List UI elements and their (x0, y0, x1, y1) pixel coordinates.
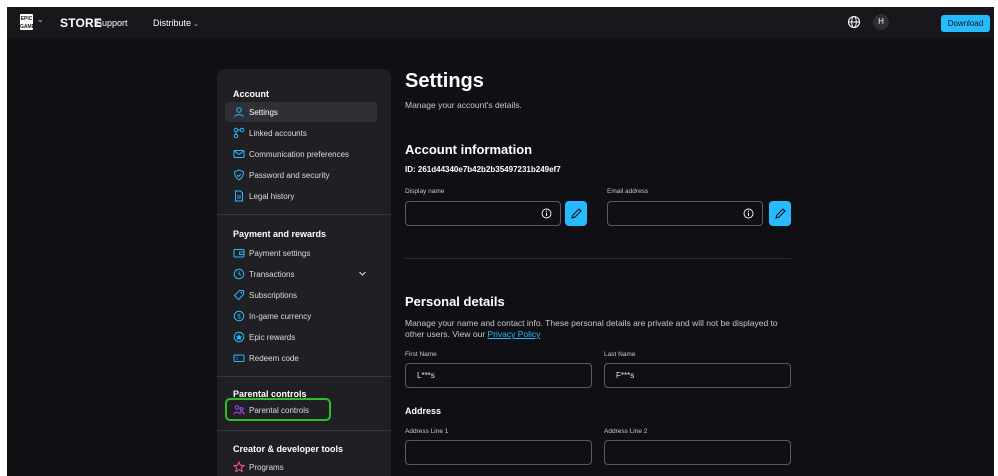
section-title-creator-developer-tools: Creator & developer tools (233, 444, 344, 454)
first-name-label: First Name (405, 351, 437, 358)
mail-icon (233, 150, 245, 158)
avatar[interactable]: H (873, 14, 889, 30)
info-icon[interactable] (541, 208, 552, 219)
sidebar-item-label: Epic rewards (249, 333, 296, 342)
sidebar-item-settings[interactable]: Settings (225, 102, 377, 122)
chevron-down-icon[interactable]: ⌄ (37, 15, 44, 24)
chevron-down-icon: ⌄ (193, 21, 199, 28)
email-address-field[interactable] (607, 201, 763, 226)
sidebar-item-label: Settings (249, 108, 278, 117)
address-line-2-label: Address Line 2 (604, 428, 648, 435)
sidebar-item-linked-accounts[interactable]: Linked accounts (225, 123, 377, 143)
sidebar-item-communication-preferences[interactable]: Communication preferences (225, 144, 377, 164)
address-line-1-label: Address Line 1 (405, 428, 449, 435)
sidebar-item-password-and-security[interactable]: Password and security (225, 165, 377, 185)
coin-icon: $ (233, 310, 245, 322)
address-heading: Address (405, 406, 442, 416)
last-name-field[interactable] (604, 363, 791, 388)
sidebar-item-in-game-currency[interactable]: $ In-game currency (225, 306, 377, 326)
personal-details-heading: Personal details (405, 294, 505, 309)
edit-email-button[interactable] (769, 201, 791, 226)
page-subtitle: Manage your account's details. (405, 100, 522, 110)
email-address-label: Email address (607, 188, 649, 195)
sidebar-item-redeem-code[interactable]: Redeem code (225, 348, 377, 368)
sidebar-item-label: Redeem code (249, 354, 299, 363)
sidebar-item-payment-settings[interactable]: Payment settings (225, 243, 377, 263)
sidebar-item-label: Transactions (249, 270, 295, 279)
pencil-icon (571, 208, 582, 219)
nav-distribute-label: Distribute (153, 18, 192, 28)
section-title-account: Account (233, 89, 269, 99)
sidebar-item-programs[interactable]: Programs (225, 457, 377, 476)
display-name-label: Display name (405, 188, 445, 195)
shield-icon (233, 169, 245, 181)
sidebar-item-label: Payment settings (249, 249, 311, 258)
star-icon (233, 461, 245, 473)
svg-text:$: $ (237, 313, 241, 320)
address-line-1-field[interactable] (405, 440, 592, 465)
edit-display-name-button[interactable] (565, 201, 587, 226)
user-icon (234, 107, 244, 118)
sidebar-item-subscriptions[interactable]: Subscriptions (225, 285, 377, 305)
privacy-policy-link[interactable]: Privacy Policy (488, 329, 541, 339)
tag-icon (233, 290, 244, 301)
document-icon (235, 190, 243, 202)
account-information-heading: Account information (405, 142, 533, 157)
nav-distribute-menu[interactable]: Distribute ⌄ (153, 18, 199, 28)
pencil-icon (775, 208, 786, 219)
sidebar-item-label: In-game currency (249, 312, 312, 321)
personal-details-text: Manage your name and contact info. These… (405, 318, 778, 339)
ticket-icon (233, 354, 245, 362)
display-name-field[interactable] (405, 201, 561, 226)
personal-details-description: Manage your name and contact info. These… (405, 318, 785, 340)
top-navigation-bar: EPIC GAMES ⌄ STORE Support Distribute ⌄ H … (7, 7, 994, 38)
chevron-down-icon[interactable] (358, 269, 367, 278)
section-divider (405, 258, 791, 259)
account-id: ID: 261d44340e7b42b2b35497231b249ef7 (405, 165, 561, 174)
sidebar-item-label: Linked accounts (249, 129, 307, 138)
sidebar-divider (217, 214, 391, 215)
app-window: EPIC GAMES ⌄ STORE Support Distribute ⌄ H … (7, 7, 994, 476)
sidebar-divider (217, 376, 391, 377)
sidebar-item-legal-history[interactable]: Legal history (225, 186, 377, 206)
wallet-icon (233, 249, 245, 258)
address-line-2-field[interactable] (604, 440, 791, 465)
settings-sidebar: Account Settings Linked accounts Communi… (217, 69, 391, 476)
parental-controls-highlight (225, 398, 331, 421)
nav-support-link[interactable]: Support (96, 18, 128, 28)
link-nodes-icon (233, 127, 245, 139)
last-name-label: Last Name (604, 351, 636, 358)
reward-icon (233, 331, 245, 343)
download-button[interactable]: Download (941, 15, 990, 32)
clock-icon (233, 268, 245, 280)
page-title: Settings (405, 70, 484, 92)
sidebar-divider (217, 430, 391, 431)
sidebar-item-epic-rewards[interactable]: Epic rewards (225, 327, 377, 347)
sidebar-item-transactions[interactable]: Transactions (225, 264, 377, 284)
sidebar-item-label: Legal history (249, 192, 295, 201)
sidebar-item-label: Password and security (249, 171, 330, 180)
sidebar-item-label: Programs (249, 463, 284, 472)
section-title-payment-and-rewards: Payment and rewards (233, 229, 327, 239)
sidebar-item-label: Subscriptions (249, 291, 298, 300)
first-name-field[interactable] (405, 363, 592, 388)
info-icon[interactable] (743, 208, 754, 219)
globe-icon[interactable] (847, 15, 861, 29)
epic-games-logo-icon[interactable]: EPIC GAMES (20, 14, 38, 30)
sidebar-item-label: Communication preferences (249, 150, 350, 159)
